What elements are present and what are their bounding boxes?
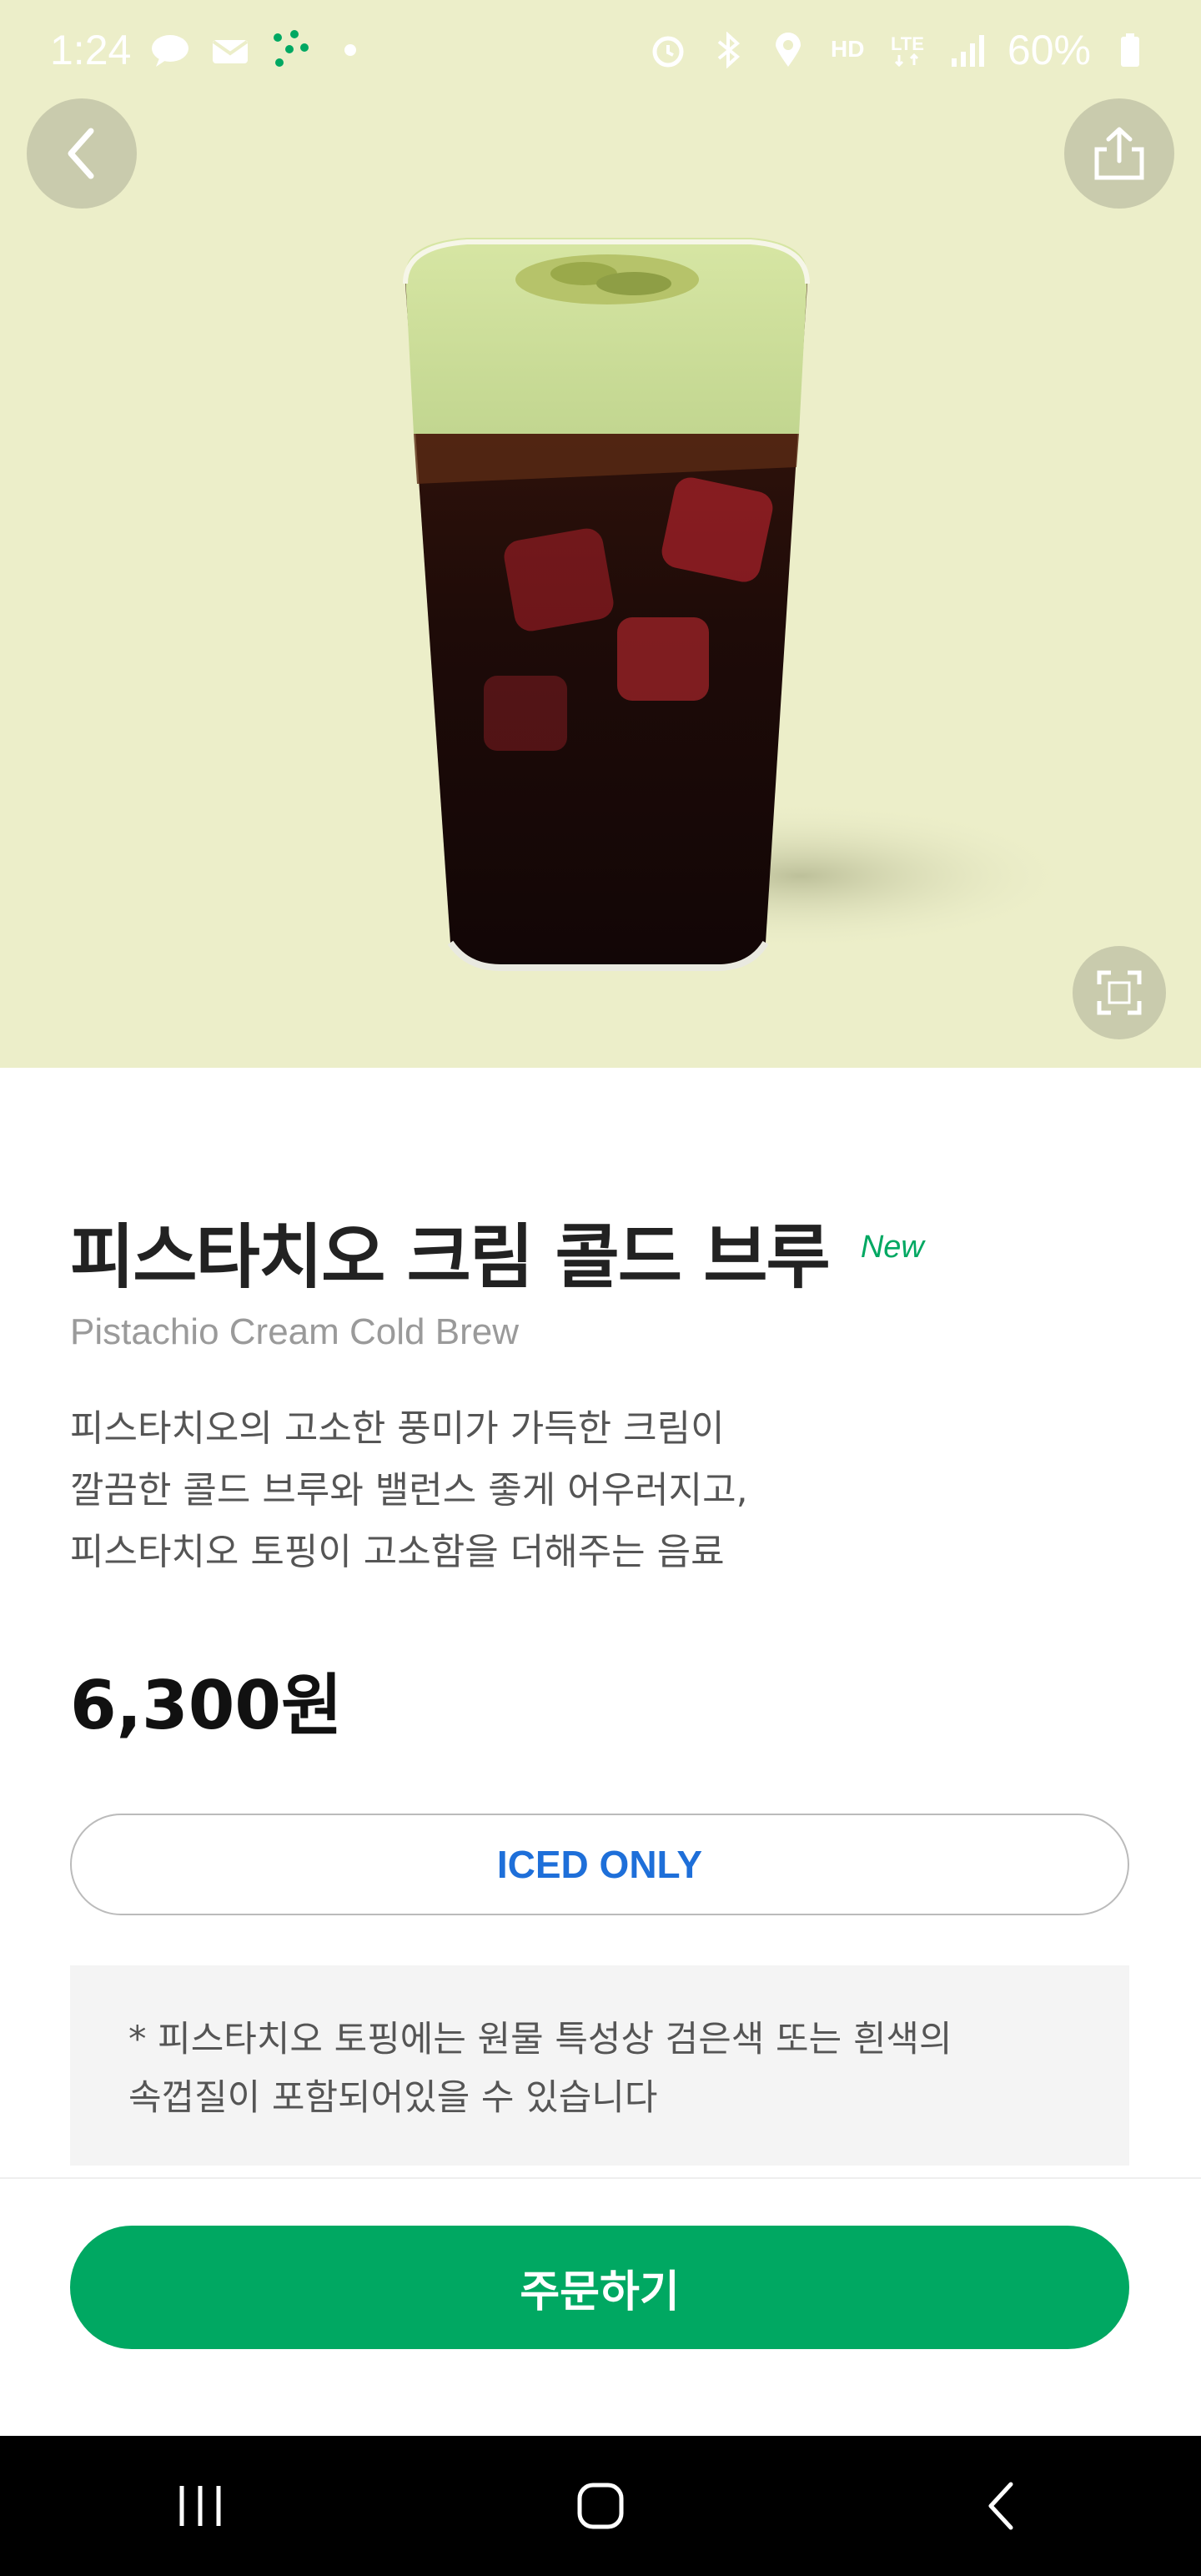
- notice-line: * 피스타치오 토핑에는 원물 특성상 검은색 또는 흰색의: [128, 2019, 952, 2060]
- order-button[interactable]: 주문하기: [70, 2226, 1129, 2349]
- product-english-name: Pistachio Cream Cold Brew: [70, 1311, 519, 1352]
- dots-app-icon: [269, 29, 311, 71]
- expand-icon: [1097, 970, 1142, 1015]
- expand-image-button[interactable]: [1073, 946, 1166, 1039]
- mail-icon: [209, 29, 251, 71]
- title-row: 피스타치오 크림 콜드 브루 New: [70, 1201, 924, 1302]
- alarm-icon: [647, 29, 689, 71]
- location-icon: [767, 29, 809, 71]
- recent-apps-icon: [179, 2486, 221, 2526]
- battery-icon: [1109, 29, 1151, 71]
- bluetooth-icon: [707, 29, 749, 71]
- hd-voice-icon: HD: [827, 29, 869, 71]
- product-price: 6,300원: [70, 1667, 343, 1744]
- description-line: 피스타치오의 고소한 풍미가 가득한 크림이: [70, 1407, 725, 1450]
- chat-bubble-icon: [149, 29, 191, 71]
- svg-text:LTE: LTE: [891, 33, 924, 54]
- product-description: 피스타치오의 고소한 풍미가 가득한 크림이 깔끔한 콜드 브루와 밸런스 좋게…: [70, 1398, 1071, 1583]
- topping-notice: * 피스타치오 토핑에는 원물 특성상 검은색 또는 흰색의 속껍질이 포함되어…: [70, 1965, 1129, 2166]
- back-icon: [988, 2482, 1013, 2530]
- iced-only-option[interactable]: ICED ONLY: [70, 1814, 1129, 1915]
- back-button[interactable]: [27, 98, 137, 209]
- home-button[interactable]: [517, 2464, 684, 2548]
- recent-apps-button[interactable]: [117, 2464, 284, 2548]
- description-line: 피스타치오 토핑이 고소함을 더해주는 음료: [70, 1531, 725, 1573]
- product-hero: 1:24 HD LTE 60%: [0, 0, 1201, 1068]
- chevron-left-icon: [68, 128, 94, 179]
- lte-icon: LTE: [887, 29, 929, 71]
- product-title: 피스타치오 크림 콜드 브루: [70, 1216, 831, 1298]
- battery-percentage: 60%: [1007, 27, 1091, 73]
- divider: [0, 2177, 1201, 2179]
- drink-image: [403, 238, 1076, 971]
- description-line: 깔끔한 콜드 브루와 밸런스 좋게 어우러지고,: [70, 1469, 748, 1512]
- notice-line: 속껍질이 포함되어있을 수 있습니다: [128, 2077, 658, 2119]
- dot-icon: [329, 29, 371, 71]
- signal-icon: [947, 29, 989, 71]
- share-icon: [1094, 127, 1144, 180]
- home-icon: [577, 2483, 624, 2529]
- svg-text:HD: HD: [831, 36, 864, 62]
- share-button[interactable]: [1064, 98, 1174, 209]
- status-bar: 1:24 HD LTE 60%: [0, 0, 1201, 100]
- system-nav-bar: [0, 2436, 1201, 2576]
- new-badge: New: [860, 1230, 924, 1265]
- nav-back-button[interactable]: [917, 2464, 1084, 2548]
- status-time: 1:24: [50, 27, 132, 73]
